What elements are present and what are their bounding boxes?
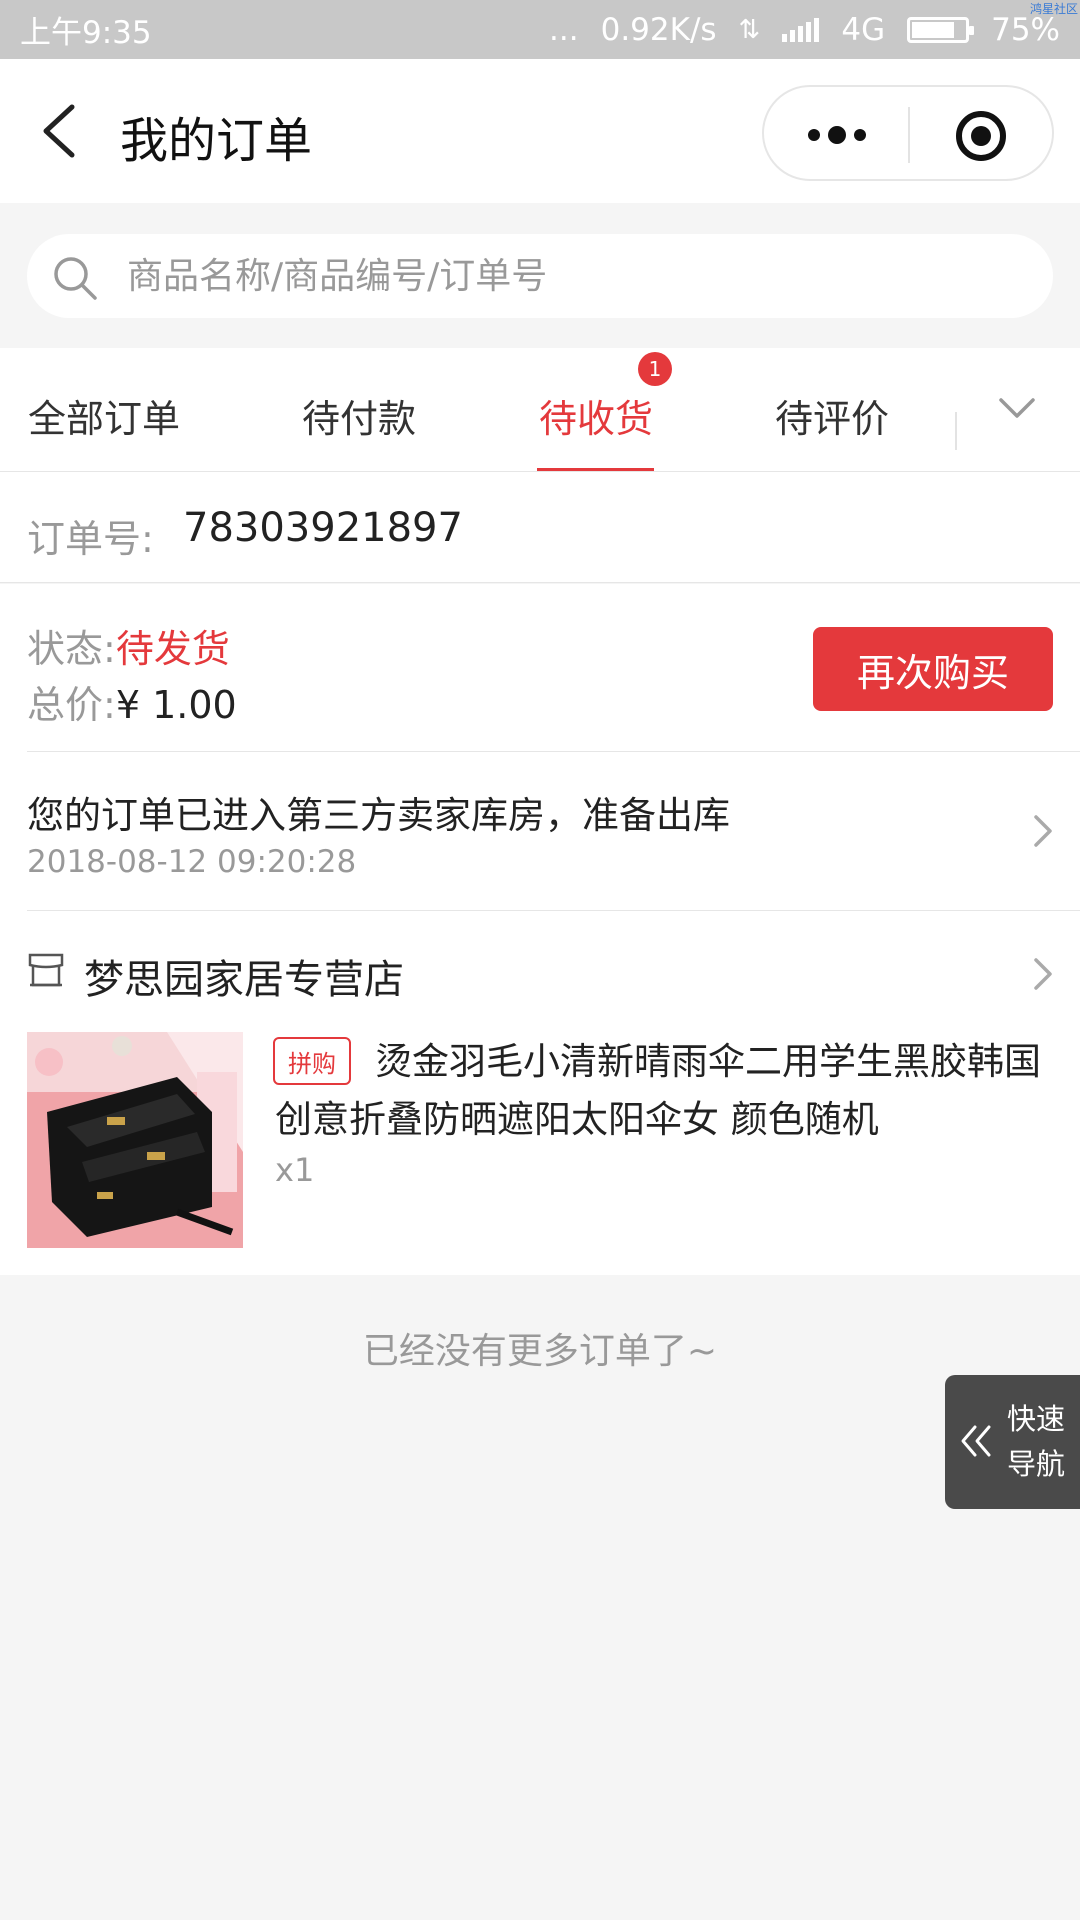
mini-program-capsule (762, 85, 1054, 181)
status-indicators: ... 0.92K/s ⇅ 4G 75% (549, 12, 1060, 48)
price-label: 总价: (27, 683, 116, 727)
status-dots: ... (549, 11, 579, 48)
store-icon (28, 953, 64, 987)
search-input[interactable] (127, 246, 1007, 306)
capsule-divider (908, 107, 910, 163)
divider (27, 751, 1080, 752)
signal-icon (782, 17, 820, 42)
order-number-row: 订单号: 78303921897 (0, 472, 1080, 583)
store-section: 梦思园家居专营店 拼购 烫金羽毛小清新晴雨伞二用学生黑胶韩国创意折叠防晒遮阳太阳… (0, 911, 1080, 1275)
chevron-down-icon[interactable] (997, 394, 1037, 424)
order-status-value: 待发货 (115, 627, 230, 671)
no-more-orders: 已经没有更多订单了~ (362, 1331, 718, 1372)
tabs-divider (955, 412, 957, 450)
status-bar: 上午9:35 ... 0.92K/s ⇅ 4G 75% 鸿星社区 (0, 0, 1080, 59)
tracking-row[interactable]: 您的订单已进入第三方卖家库房，准备出库 2018-08-12 09:20:28 (0, 751, 1080, 911)
quick-nav-button[interactable]: 快速导航 (945, 1375, 1080, 1509)
active-tab-indicator (537, 468, 654, 471)
order-status-line: 状态:待发货 (27, 618, 230, 673)
order-number-value: 78303921897 (183, 505, 463, 551)
tab-all-orders[interactable]: 全部订单 (28, 388, 180, 443)
order-price-value: ¥ 1.00 (115, 683, 237, 727)
more-icon[interactable] (804, 115, 870, 155)
order-price-line: 总价:¥ 1.00 (27, 674, 237, 729)
chevron-right-icon[interactable] (1032, 956, 1054, 992)
close-mini-program-icon[interactable] (954, 109, 1008, 163)
double-chevron-left-icon (961, 1425, 991, 1457)
data-transfer-icon: ⇅ (738, 14, 761, 45)
tab-badge: 1 (638, 352, 672, 386)
status-label: 状态: (27, 627, 116, 671)
tracking-message: 您的订单已进入第三方卖家库房，准备出库 (27, 794, 730, 837)
rebuy-button[interactable]: 再次购买 (813, 627, 1053, 711)
product-quantity: x1 (275, 1151, 315, 1189)
back-icon[interactable] (38, 103, 84, 159)
order-summary: 状态:待发货 总价:¥ 1.00 再次购买 (0, 584, 1080, 751)
tab-pending-receipt[interactable]: 待收货 (539, 388, 653, 443)
chevron-right-icon (1034, 815, 1052, 847)
battery-icon (907, 16, 975, 43)
order-number-label: 订单号: (27, 517, 154, 561)
status-network: 4G (841, 11, 886, 48)
tab-pending-payment[interactable]: 待付款 (302, 388, 416, 443)
tab-pending-review[interactable]: 待评价 (775, 388, 889, 443)
search-icon (54, 257, 97, 300)
status-time: 上午9:35 (20, 15, 152, 51)
tracking-time: 2018-08-12 09:20:28 (27, 844, 357, 880)
page: 上午9:35 ... 0.92K/s ⇅ 4G 75% 鸿星社区 我的订单 商品… (0, 0, 1080, 1920)
header: 我的订单 (0, 59, 1080, 203)
watermark: 鸿星社区 (1029, 2, 1078, 16)
order-tabs: 全部订单 待付款 待收货 待评价 (0, 348, 1080, 472)
store-name[interactable]: 梦思园家居专营店 (84, 947, 404, 1005)
status-speed: 0.92K/s (600, 11, 717, 48)
search-bar[interactable] (27, 234, 1053, 318)
product-title[interactable]: 烫金羽毛小清新晴雨伞二用学生黑胶韩国创意折叠防晒遮阳太阳伞女 颜色随机 (275, 1033, 1055, 1149)
quick-nav-label: 快速导航 (1007, 1402, 1066, 1481)
product-image[interactable] (27, 1032, 243, 1248)
page-title: 我的订单 (120, 113, 313, 169)
